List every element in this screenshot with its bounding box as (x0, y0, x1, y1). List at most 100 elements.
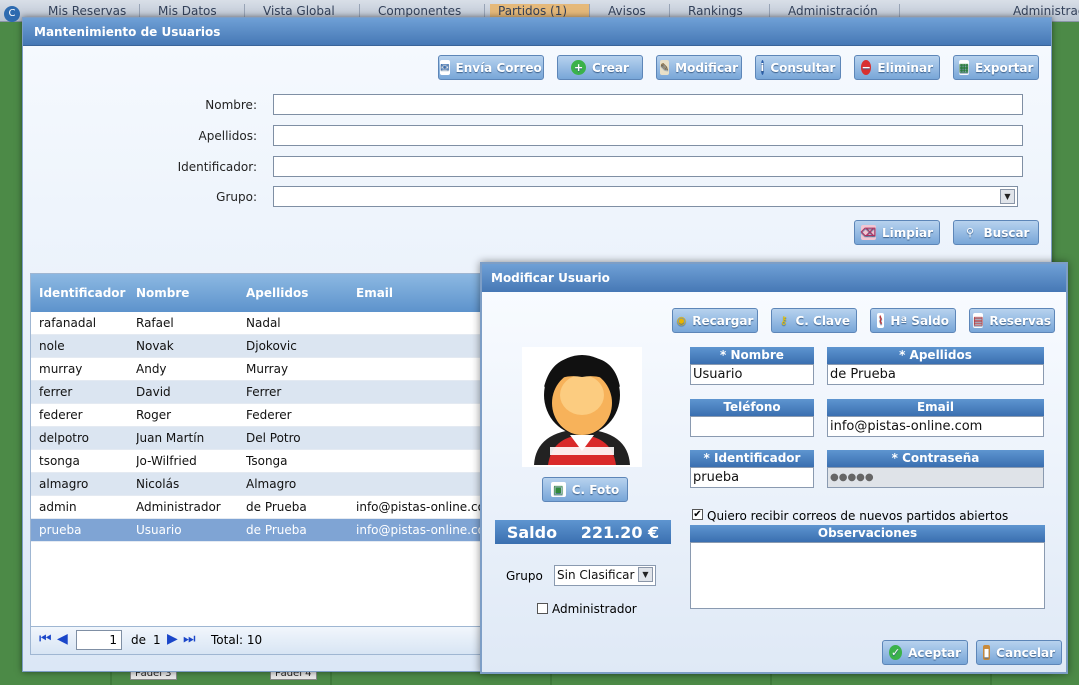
administrador-checkbox[interactable] (537, 603, 548, 614)
balance-value: 221.20 € (580, 522, 660, 542)
administrador-label: Administrador (552, 602, 637, 616)
table-row[interactable]: murray Andy Murray (31, 358, 489, 381)
telefono-field-input[interactable] (690, 416, 814, 437)
cancel-button[interactable]: ▮ Cancelar (976, 640, 1062, 665)
magnifier-icon: ⚲ (965, 226, 975, 239)
cell-apellidos: Almagro (246, 477, 297, 491)
balance-history-button[interactable]: ⌇ Hª Saldo (870, 308, 956, 333)
dialog-body: ◉ Recargar ⚷ C. Clave ⌇ Hª Saldo ▤ Reser… (482, 292, 1066, 672)
cell-email: info@pistas-online.com (356, 500, 486, 514)
create-button[interactable]: + Crear (557, 55, 643, 80)
identificador-filter-input[interactable] (273, 156, 1023, 177)
chevron-down-icon[interactable]: ▼ (1000, 189, 1015, 204)
modify-label: Modificar (675, 60, 739, 75)
modify-button[interactable]: ✎ Modificar (656, 55, 742, 80)
column-header-identificador[interactable]: Identificador (39, 286, 125, 300)
grupo-select-value: Sin Clasificar (557, 568, 635, 582)
check-icon: ✓ (889, 645, 903, 660)
grupo-filter-label: Grupo: (216, 190, 257, 204)
table-row[interactable]: rafanadal Rafael Nadal (31, 312, 489, 335)
users-grid: Identificador Nombre Apellidos Email raf… (30, 273, 490, 655)
window-title: Mantenimiento de Usuarios (23, 18, 1051, 46)
observaciones-textarea[interactable] (690, 542, 1045, 609)
grid-rows: rafanadal Rafael Nadal nole Novak Djokovic mur… (31, 312, 489, 542)
delete-label: Eliminar (877, 60, 933, 75)
newsletter-checkbox[interactable]: ✔ (692, 509, 703, 520)
cell-nombre: Rafael (136, 316, 174, 330)
grupo-select[interactable]: Sin Clasificar ▼ (554, 565, 656, 586)
cell-identificador: nole (39, 339, 65, 353)
last-page-icon[interactable]: ⏭ (183, 631, 196, 647)
cell-nombre: Usuario (136, 523, 182, 537)
consult-label: Consultar (770, 60, 836, 75)
nombre-field-input[interactable]: Usuario (690, 364, 814, 385)
delete-button[interactable]: − Eliminar (854, 55, 940, 80)
cell-nombre: David (136, 385, 171, 399)
grupo-filter-select[interactable]: ▼ (273, 186, 1018, 207)
cell-apellidos: Ferrer (246, 385, 282, 399)
identificador-field-input[interactable]: prueba (690, 467, 814, 488)
identificador-filter-label: Identificador: (177, 160, 257, 174)
nombre-filter-input[interactable] (273, 94, 1023, 115)
cell-apellidos: Federer (246, 408, 292, 422)
change-password-label: C. Clave (795, 313, 850, 328)
table-row[interactable]: delpotro Juan Martín Del Potro (31, 427, 489, 450)
newsletter-label: Quiero recibir correos de nuevos partido… (707, 509, 1009, 523)
column-header-email[interactable]: Email (356, 286, 393, 300)
table-row[interactable]: prueba Usuario de Prueba info@pistas-online… (31, 519, 489, 542)
column-header-apellidos[interactable]: Apellidos (246, 286, 308, 300)
cell-identificador: prueba (39, 523, 82, 537)
table-row[interactable]: nole Novak Djokovic (31, 335, 489, 358)
cell-identificador: almagro (39, 477, 89, 491)
cell-apellidos: Nadal (246, 316, 281, 330)
change-photo-label: C. Foto (571, 482, 620, 497)
cell-nombre: Roger (136, 408, 172, 422)
apellidos-field-label: * Apellidos (827, 347, 1044, 364)
apellidos-filter-input[interactable] (273, 125, 1023, 146)
nombre-filter-label: Nombre: (205, 98, 257, 112)
password-field-input[interactable]: ●●●●● (827, 467, 1044, 488)
consult-button[interactable]: i Consultar (755, 55, 841, 80)
eraser-icon: ⌫ (860, 225, 877, 240)
cell-nombre: Nicolás (136, 477, 180, 491)
cell-identificador: tsonga (39, 454, 80, 468)
change-photo-button[interactable]: ▣ C. Foto (542, 477, 628, 502)
table-row[interactable]: tsonga Jo-Wilfried Tsonga (31, 450, 489, 473)
identificador-field-label: * Identificador (690, 450, 814, 467)
page-number-input[interactable]: 1 (76, 630, 122, 650)
next-page-icon[interactable]: ▶ (167, 631, 178, 647)
table-row[interactable]: federer Roger Federer (31, 404, 489, 427)
user-avatar-icon (534, 355, 630, 465)
prev-page-icon[interactable]: ◀ (57, 631, 68, 647)
total-count-label: Total: 10 (211, 633, 263, 647)
password-field-label: * Contraseña (827, 450, 1044, 467)
change-password-button[interactable]: ⚷ C. Clave (771, 308, 857, 333)
cell-nombre: Juan Martín (136, 431, 205, 445)
table-row[interactable]: admin Administrador de Prueba info@pistas-o… (31, 496, 489, 519)
search-button[interactable]: ⚲ Buscar (953, 220, 1039, 245)
apellidos-filter-label: Apellidos: (198, 129, 257, 143)
table-row[interactable]: ferrer David Ferrer (31, 381, 489, 404)
cell-apellidos: Djokovic (246, 339, 297, 353)
first-page-icon[interactable]: ⏮ (39, 631, 52, 647)
chart-icon: ⌇ (877, 313, 885, 328)
cell-identificador: admin (39, 500, 77, 514)
reload-button[interactable]: ◉ Recargar (672, 308, 758, 333)
envelope-icon: ✉ (440, 60, 450, 75)
plus-icon: + (571, 60, 587, 75)
table-row[interactable]: almagro Nicolás Almagro (31, 473, 489, 496)
bookings-button[interactable]: ▤ Reservas (969, 308, 1055, 333)
clear-button[interactable]: ⌫ Limpiar (854, 220, 940, 245)
send-mail-button[interactable]: ✉ Envía Correo (438, 55, 544, 80)
grid-header: Identificador Nombre Apellidos Email (31, 274, 489, 312)
page-of-label: de (131, 633, 146, 647)
accept-button[interactable]: ✓ Aceptar (882, 640, 968, 665)
bookings-label: Reservas (989, 313, 1052, 328)
export-button[interactable]: ▦ Exportar (953, 55, 1039, 80)
email-field-input[interactable]: info@pistas-online.com (827, 416, 1044, 437)
checkmark-icon: ✔ (693, 509, 702, 520)
minus-icon: − (861, 60, 872, 75)
chevron-down-icon[interactable]: ▼ (638, 567, 653, 582)
column-header-nombre[interactable]: Nombre (136, 286, 189, 300)
apellidos-field-input[interactable]: de Prueba (827, 364, 1044, 385)
